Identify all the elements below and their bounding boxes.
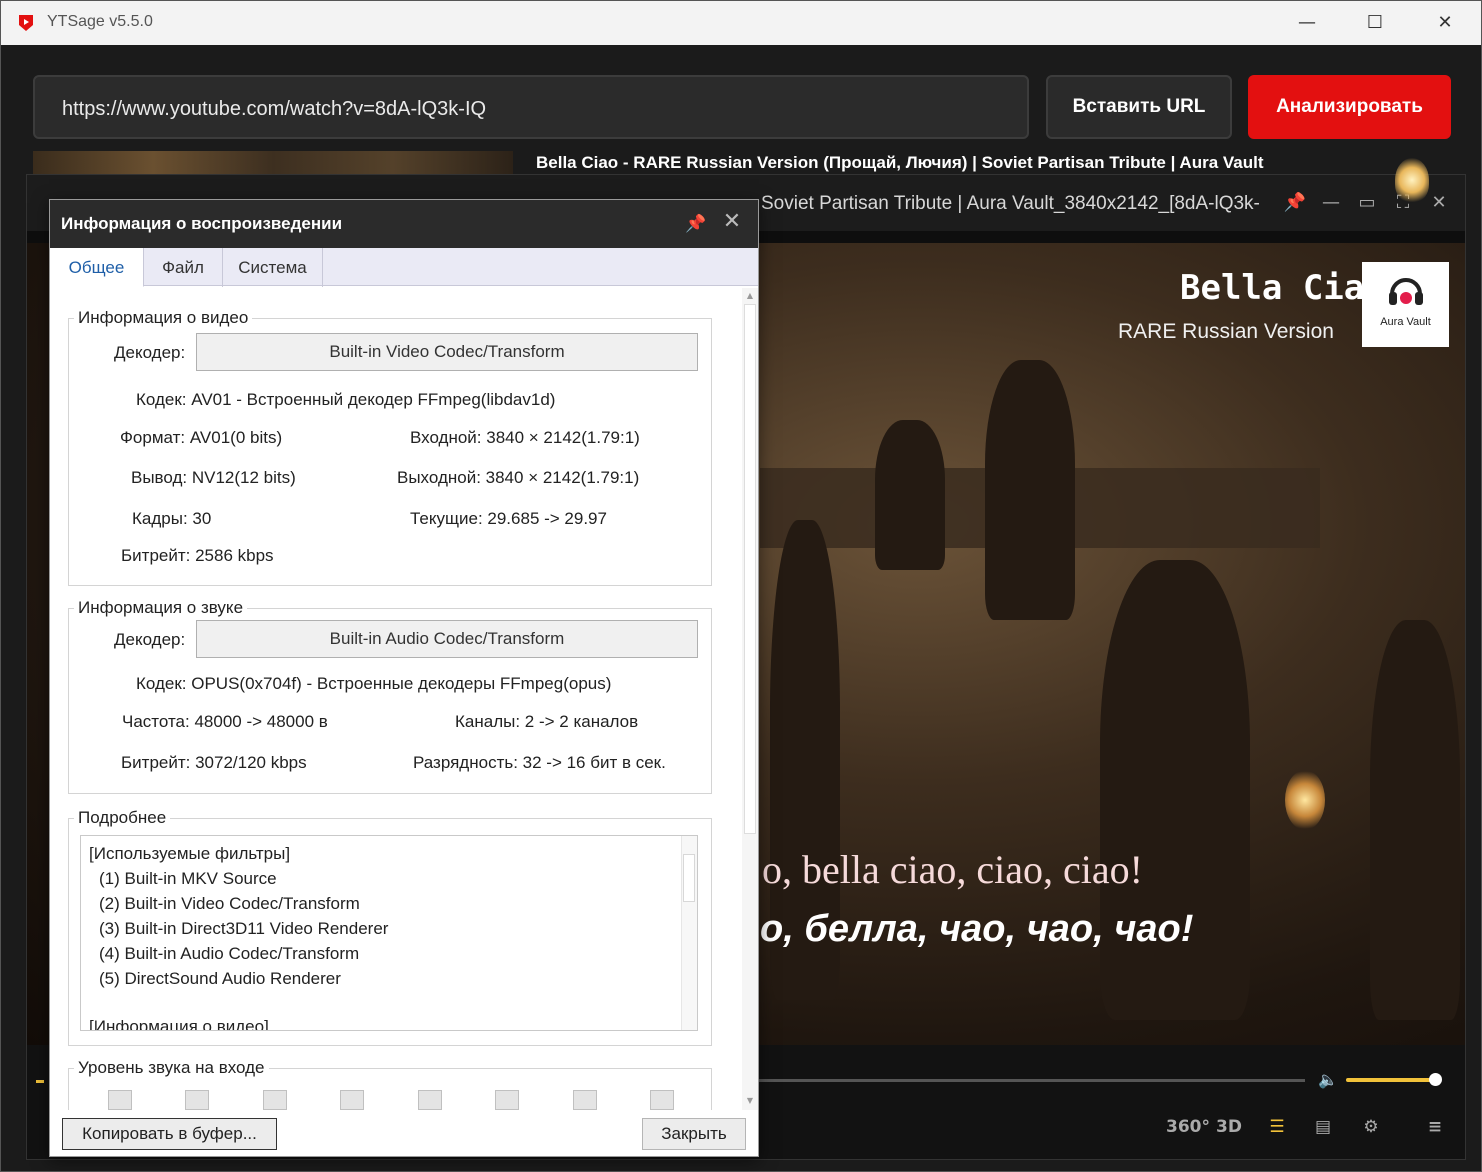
scene-figure-right (1370, 620, 1460, 1020)
player-maximize-button[interactable]: ▭ (1353, 189, 1381, 217)
details-line: (3) Built-in Direct3D11 Video Renderer (99, 919, 389, 938)
overlay-subtitle: RARE Russian Version (1118, 320, 1334, 343)
tab-file[interactable]: Файл (144, 248, 223, 287)
volume-icon[interactable]: 🔈 (1318, 1070, 1338, 1089)
scene-figure-drummer (875, 420, 945, 570)
audio-meter (263, 1090, 287, 1110)
headphones-icon (1389, 278, 1423, 305)
audio-decoder-label: Декодер: (114, 630, 186, 649)
audio-meter (185, 1090, 209, 1110)
audio-bit-depth: Разрядность: 32 -> 16 бит в сек. (413, 753, 666, 772)
video-decoder-label: Декодер: (114, 343, 186, 362)
video-format: Формат: AV01(0 bits) (120, 428, 283, 447)
audio-meter (495, 1090, 519, 1110)
minimize-button[interactable]: — (1287, 9, 1327, 37)
playback-info-dialog: Информация о воспроизведении 📌 ✕ Общее Ф… (49, 199, 759, 1157)
seek-bar[interactable] (740, 1079, 1305, 1082)
details-line: (2) Built-in Video Codec/Transform (99, 894, 360, 913)
audio-frequency: Частота: 48000 -> 48000 в (122, 712, 328, 731)
audio-meter (108, 1090, 132, 1110)
details-scrollbar-thumb[interactable] (683, 854, 695, 902)
gear-icon[interactable]: ⚙ (1354, 1112, 1388, 1142)
video-info-label: Информация о видео (74, 308, 253, 328)
video-output-res: Выходной: 3840 × 2142(1.79:1) (397, 468, 640, 487)
subtitle-icon[interactable]: ▤ (1306, 1112, 1340, 1142)
dialog-close-icon[interactable]: ✕ (718, 208, 746, 236)
vr-360-button[interactable]: 360° (1166, 1112, 1210, 1142)
audio-channels: Каналы: 2 -> 2 каналов (455, 712, 639, 731)
3d-button[interactable]: 3D (1212, 1112, 1246, 1142)
ytsage-titlebar: YTSage v5.5.0 — ☐ ✕ (1, 1, 1481, 45)
paste-url-button[interactable]: Вставить URL (1046, 75, 1232, 139)
player-close-button[interactable]: ✕ (1425, 189, 1453, 217)
video-current-fps: Текущие: 29.685 -> 29.97 (410, 509, 607, 528)
details-line: [Используемые фильтры] (89, 844, 291, 863)
audio-meter (340, 1090, 364, 1110)
search-list-icon[interactable]: ☰ (1260, 1112, 1294, 1142)
audio-level-label: Уровень звука на входе (74, 1058, 269, 1078)
screen: YTSage v5.5.0 — ☐ ✕ https://www.youtube.… (0, 0, 1482, 1172)
audio-meter (573, 1090, 597, 1110)
details-line: [Информация о видео] (89, 1017, 269, 1031)
menu-icon[interactable]: ≡ (1418, 1112, 1452, 1142)
scene-figure-guitarist (985, 360, 1075, 620)
player-title: Soviet Partisan Tribute | Aura Vault_384… (761, 193, 1260, 214)
tab-general[interactable]: Общее (50, 248, 144, 287)
brand-name: Aura Vault (1380, 316, 1431, 328)
seek-progress (36, 1080, 44, 1083)
url-input[interactable]: https://www.youtube.com/watch?v=8dA-lQ3k… (33, 75, 1029, 139)
video-thumbnail (33, 151, 513, 175)
dialog-titlebar: Информация о воспроизведении 📌 ✕ (50, 200, 758, 248)
app-title: YTSage v5.5.0 (47, 13, 153, 30)
dialog-title: Информация о воспроизведении (61, 214, 343, 233)
scroll-down-icon[interactable]: ▼ (744, 1095, 756, 1107)
scene-lamp (1395, 158, 1429, 202)
scene-figure-couple (1100, 560, 1250, 1020)
details-line: (4) Built-in Audio Codec/Transform (99, 944, 360, 963)
details-line: (5) DirectSound Audio Renderer (99, 969, 341, 988)
copy-to-clipboard-button[interactable]: Копировать в буфер... (62, 1118, 277, 1150)
video-frames: Кадры: 30 (132, 509, 212, 528)
audio-meter (418, 1090, 442, 1110)
close-window-button[interactable]: ✕ (1425, 9, 1465, 37)
ytsage-logo-icon (19, 15, 33, 31)
player-minimize-button[interactable]: — (1317, 189, 1345, 217)
video-title: Bella Ciao - RARE Russian Version (Проща… (536, 153, 1264, 172)
dialog-pin-icon[interactable]: 📌 (682, 210, 710, 238)
audio-meter (650, 1090, 674, 1110)
audio-bitrate: Битрейт: 3072/120 kbps (121, 753, 307, 772)
details-textbox[interactable]: [Используемые фильтры] (1) Built-in MKV … (80, 835, 698, 1031)
audio-info-label: Информация о звуке (74, 598, 248, 618)
scroll-up-icon[interactable]: ▲ (744, 290, 756, 302)
audio-codec: Кодек: OPUS(0x704f) - Встроенные декодер… (136, 674, 612, 693)
volume-knob[interactable] (1429, 1073, 1442, 1086)
overlay-title: Bella Ciao (1180, 268, 1385, 308)
maximize-button[interactable]: ☐ (1355, 9, 1395, 37)
dialog-tabs: Общее Файл Система (50, 248, 758, 287)
subtitle-line-2: o, белла, чао, чао, чао! (760, 908, 1194, 950)
analyze-button[interactable]: Анализировать (1248, 75, 1451, 139)
video-codec: Кодек: AV01 - Встроенный декодер FFmpeg(… (136, 390, 556, 409)
audio-decoder-button[interactable]: Built-in Audio Codec/Transform (196, 620, 698, 658)
subtitle-line-1: o, bella ciao, ciao, ciao! (762, 847, 1143, 892)
tab-system[interactable]: Система (223, 248, 323, 287)
pin-icon[interactable]: 📌 (1281, 189, 1309, 217)
details-label: Подробнее (74, 808, 171, 828)
scene-candle (1285, 770, 1325, 830)
details-line: (1) Built-in MKV Source (99, 869, 277, 888)
video-bitrate: Битрейт: 2586 kbps (121, 546, 274, 565)
volume-slider[interactable] (1346, 1078, 1435, 1082)
video-input: Входной: 3840 × 2142(1.79:1) (410, 428, 640, 447)
dialog-close-button[interactable]: Закрыть (642, 1118, 746, 1150)
video-output: Вывод: NV12(12 bits) (131, 468, 296, 487)
dialog-scrollbar-thumb[interactable] (744, 304, 756, 834)
video-decoder-button[interactable]: Built-in Video Codec/Transform (196, 333, 698, 371)
